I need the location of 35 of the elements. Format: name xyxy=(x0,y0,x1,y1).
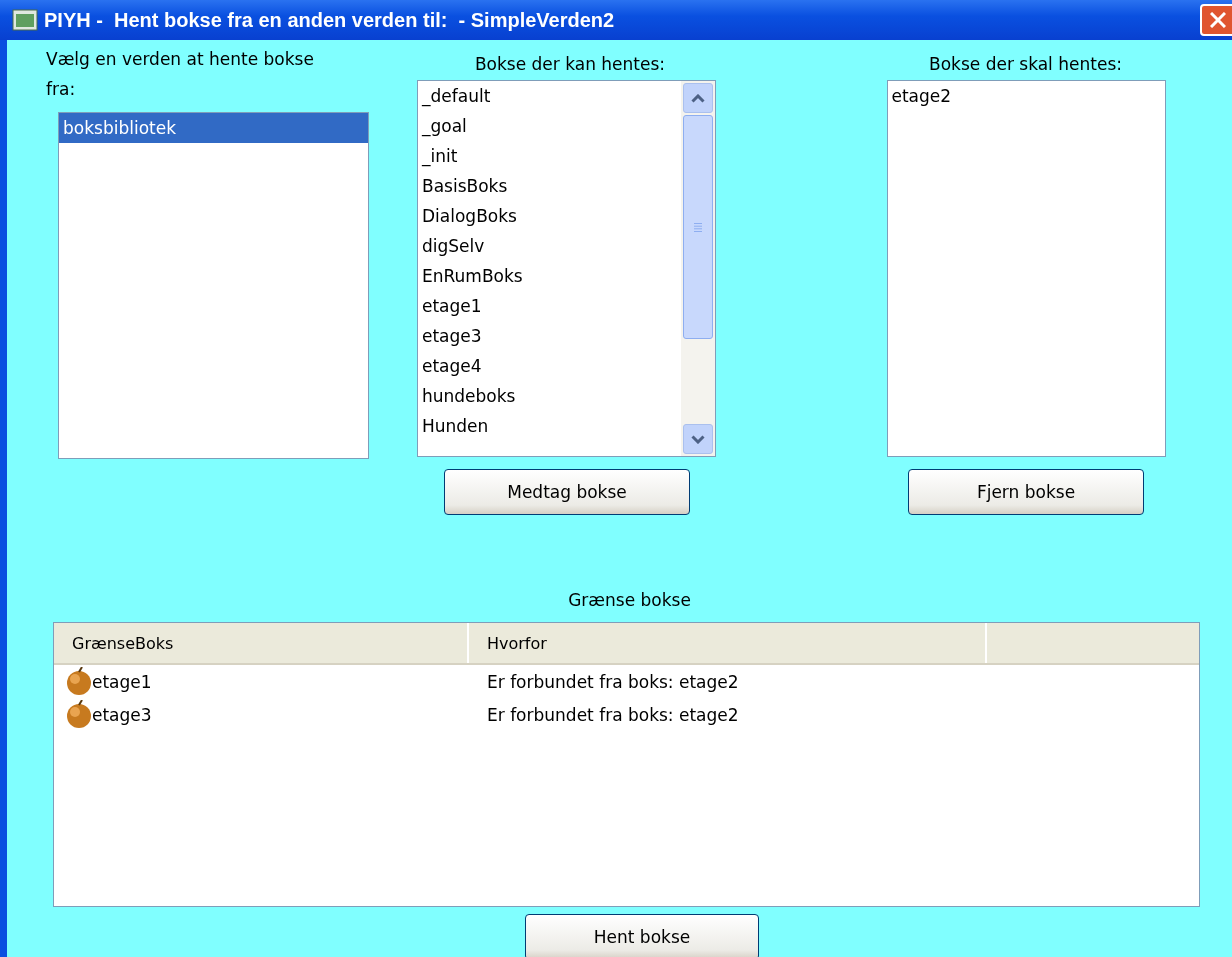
list-item[interactable]: _init xyxy=(418,141,681,171)
table-cell: etage1 xyxy=(92,671,152,692)
list-item[interactable]: _default xyxy=(418,81,681,111)
window-title: PIYH - Hent bokse fra en anden verden til: - SimpleVerden2 xyxy=(44,8,616,32)
close-button[interactable] xyxy=(1200,4,1232,36)
remove-button[interactable]: Fjern bokse xyxy=(908,469,1144,515)
apple-icon xyxy=(66,667,92,696)
grip-icon xyxy=(693,222,703,232)
list-item[interactable]: _goal xyxy=(418,111,681,141)
apple-icon xyxy=(66,700,92,729)
list-item[interactable]: DialogBoks xyxy=(418,201,681,231)
list-label: Bokse der skal hentes: xyxy=(929,54,1122,74)
table-cell: Er forbundet fra boks: etage2 xyxy=(487,671,739,692)
table-cell: etage3 xyxy=(92,704,152,725)
list-item[interactable]: Hunden xyxy=(418,411,681,441)
scrollbar[interactable] xyxy=(681,81,715,456)
include-button[interactable]: Medtag bokse xyxy=(444,469,690,515)
list-item[interactable]: hundeboks xyxy=(418,381,681,411)
list-item[interactable]: digSelv xyxy=(418,231,681,261)
table-cell: Er forbundet fra boks: etage2 xyxy=(487,704,739,725)
window-icon xyxy=(12,9,38,31)
list-item[interactable]: etage3 xyxy=(418,321,681,351)
section-label: Grænse bokse xyxy=(568,590,691,610)
close-icon xyxy=(1210,12,1226,28)
list-item[interactable]: etage2 xyxy=(887,81,1165,111)
list-item[interactable]: boksbibliotek xyxy=(59,113,368,143)
column-header[interactable]: Hvorfor xyxy=(469,623,987,663)
column-header[interactable]: GrænseBoks xyxy=(54,623,469,663)
list-label: Vælg en verden at hente bokse fra: xyxy=(46,48,315,101)
list-item[interactable]: etage4 xyxy=(418,351,681,381)
list-item[interactable]: EnRumBoks xyxy=(418,261,681,291)
list-item[interactable]: BasisBoks xyxy=(418,171,681,201)
fetch-button[interactable]: Hent bokse xyxy=(525,914,759,957)
list-item[interactable]: etage1 xyxy=(418,291,681,321)
list-label: Bokse der kan hentes: xyxy=(474,54,666,74)
